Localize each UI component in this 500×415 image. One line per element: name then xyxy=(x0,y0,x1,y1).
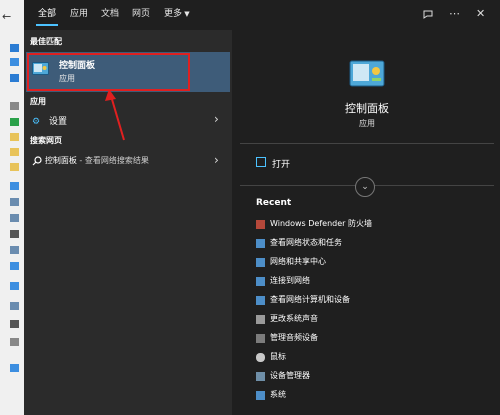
best-match-title: 控制面板 xyxy=(59,61,96,71)
settings-label: 设置 xyxy=(48,117,67,127)
recent-item[interactable]: 鼠标 xyxy=(256,351,496,365)
recent-item-label: 系统 xyxy=(270,390,286,399)
desktop-item-icon xyxy=(10,302,19,310)
chevron-right-icon[interactable]: › xyxy=(214,112,219,126)
preview-subtitle: 应用 xyxy=(359,119,375,128)
desktop-item-icon xyxy=(10,364,19,372)
recent-item-label: 更改系统声音 xyxy=(270,314,318,323)
recent-item-label: 管理音频设备 xyxy=(270,333,318,342)
recent-item-label: 鼠标 xyxy=(270,352,286,361)
desktop-item-icon xyxy=(10,214,19,222)
web-search-header: 搜索网页 xyxy=(30,136,62,145)
active-tab-indicator xyxy=(36,24,58,26)
caret-down-icon: ▼ xyxy=(182,10,190,18)
close-icon[interactable]: ✕ xyxy=(476,8,485,20)
expand-chevron-icon[interactable]: ⌄ xyxy=(355,177,375,197)
audio-device-icon xyxy=(256,334,265,343)
recent-item-label: 查看网络状态和任务 xyxy=(270,238,342,247)
recent-item-label: 连接到网络 xyxy=(270,276,310,285)
firewall-icon xyxy=(256,220,265,229)
settings-result[interactable]: ⚙ 设置 xyxy=(32,114,67,127)
desktop-item-icon xyxy=(10,230,19,238)
recent-item[interactable]: 网络和共享中心 xyxy=(256,256,496,270)
tab-documents[interactable]: 文档 xyxy=(101,8,119,20)
tab-apps[interactable]: 应用 xyxy=(70,8,88,20)
search-tab-bar: 全部 应用 文档 网页 更多 ▼ ⋯ ✕ xyxy=(24,0,500,30)
network-icon xyxy=(256,239,265,248)
recent-item-label: Windows Defender 防火墙 xyxy=(270,219,372,228)
desktop-item-icon xyxy=(10,338,19,346)
web-search-term: 控制面板 xyxy=(44,156,77,165)
best-match-subtitle: 应用 xyxy=(59,74,75,83)
web-search-suffix: - 查看网络搜索结果 xyxy=(76,156,149,165)
apps-header: 应用 xyxy=(30,97,46,106)
results-pane: 最佳匹配 控制面板 应用 应用 ⚙ 设置 › 搜索网页 控制面板 - 查看网络搜… xyxy=(24,30,232,415)
desktop-item-icon xyxy=(10,198,19,206)
open-icon xyxy=(256,157,266,167)
desktop-item-icon xyxy=(10,246,19,254)
desktop-item-icon xyxy=(10,44,19,52)
recent-item[interactable]: 系统 xyxy=(256,389,496,403)
recent-header: Recent xyxy=(256,198,292,208)
search-window: 全部 应用 文档 网页 更多 ▼ ⋯ ✕ 最佳匹配 控制面板 应用 应用 ⚙ 设… xyxy=(24,0,500,415)
network-icon xyxy=(256,277,265,286)
desktop-item-icon xyxy=(10,118,19,126)
more-icon[interactable]: ⋯ xyxy=(449,8,460,20)
recent-item[interactable]: 管理音频设备 xyxy=(256,332,496,346)
background-desktop: ← xyxy=(0,0,24,415)
recent-item[interactable]: 设备管理器 xyxy=(256,370,496,384)
desktop-item-icon xyxy=(10,102,19,110)
desktop-item-icon xyxy=(10,148,19,156)
desktop-item-icon xyxy=(10,262,19,270)
recent-item[interactable]: Windows Defender 防火墙 xyxy=(256,218,496,232)
preview-pane: 控制面板 应用 打开 ⌄ Recent Windows Defender 防火墙… xyxy=(234,30,500,415)
tab-more[interactable]: 更多 ▼ xyxy=(164,8,190,20)
chevron-right-icon[interactable]: › xyxy=(214,153,219,167)
speaker-icon xyxy=(256,315,265,324)
recent-item[interactable]: 查看网络状态和任务 xyxy=(256,237,496,251)
device-manager-icon xyxy=(256,372,265,381)
annotation-box xyxy=(27,53,190,91)
recent-item-label: 设备管理器 xyxy=(270,371,310,380)
tab-all[interactable]: 全部 xyxy=(38,8,56,20)
desktop-item-icon xyxy=(10,133,19,141)
desktop-item-icon xyxy=(10,58,19,66)
network-icon xyxy=(256,258,265,267)
recent-item-label: 网络和共享中心 xyxy=(270,257,326,266)
desktop-item-icon xyxy=(10,282,19,290)
preview-title: 控制面板 xyxy=(345,102,389,115)
best-match-header: 最佳匹配 xyxy=(30,37,62,46)
recent-item[interactable]: 连接到网络 xyxy=(256,275,496,289)
control-panel-icon xyxy=(32,62,49,75)
recent-item[interactable]: 查看网络计算机和设备 xyxy=(256,294,496,308)
recent-item-label: 查看网络计算机和设备 xyxy=(270,295,350,304)
system-icon xyxy=(256,391,265,400)
network-icon xyxy=(256,296,265,305)
search-icon xyxy=(32,155,42,165)
control-panel-icon xyxy=(349,60,385,87)
divider xyxy=(240,143,494,144)
feedback-icon[interactable] xyxy=(422,8,434,20)
tab-more-label: 更多 xyxy=(164,9,183,19)
desktop-item-icon xyxy=(10,74,19,82)
gear-icon: ⚙ xyxy=(32,117,41,127)
web-search-result[interactable]: 控制面板 - 查看网络搜索结果 xyxy=(32,155,149,166)
desktop-item-icon xyxy=(10,320,19,328)
back-arrow-icon[interactable]: ← xyxy=(2,10,11,23)
open-action[interactable]: 打开 xyxy=(272,157,290,170)
desktop-item-icon xyxy=(10,163,19,171)
recent-item[interactable]: 更改系统声音 xyxy=(256,313,496,327)
tab-web[interactable]: 网页 xyxy=(132,8,150,20)
mouse-icon xyxy=(256,353,265,362)
desktop-item-icon xyxy=(10,182,19,190)
